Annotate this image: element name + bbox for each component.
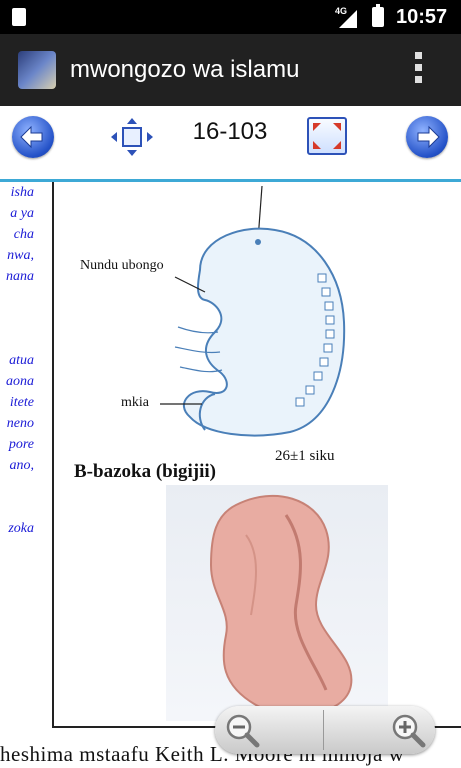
fullscreen-icon[interactable] xyxy=(307,117,347,155)
zoom-out-icon[interactable] xyxy=(222,710,262,750)
page-indicator: 16-103 xyxy=(192,118,268,145)
app-logo-icon[interactable] xyxy=(18,51,56,89)
figure-caption: B-bazoka (bigijii) xyxy=(74,461,216,482)
gum-photo xyxy=(166,485,388,721)
label-mkia: mkia xyxy=(121,395,149,410)
zoom-divider xyxy=(323,710,324,750)
zoom-in-icon[interactable] xyxy=(388,710,428,750)
label-siku: 26±1 siku xyxy=(275,448,335,464)
status-time: 10:57 xyxy=(396,6,448,28)
document-page[interactable]: isha a ya cha nwa, nana atua aona itete neno pore… xyxy=(0,182,461,768)
back-arrow-icon[interactable] xyxy=(12,116,54,158)
move-arrows-icon[interactable] xyxy=(110,117,154,157)
forward-arrow-icon[interactable] xyxy=(406,116,448,158)
app-title: mwongozo wa islamu xyxy=(70,56,300,83)
network-type: 4G xyxy=(335,6,348,16)
status-bar: 4G 10:57 xyxy=(0,0,461,34)
app-bar: mwongozo wa islamu xyxy=(0,34,461,106)
battery-icon xyxy=(372,4,384,27)
label-nundu-ubongo: Nundu ubongo xyxy=(80,258,164,273)
overflow-menu-icon[interactable] xyxy=(414,52,424,90)
sd-card-icon xyxy=(12,8,26,26)
